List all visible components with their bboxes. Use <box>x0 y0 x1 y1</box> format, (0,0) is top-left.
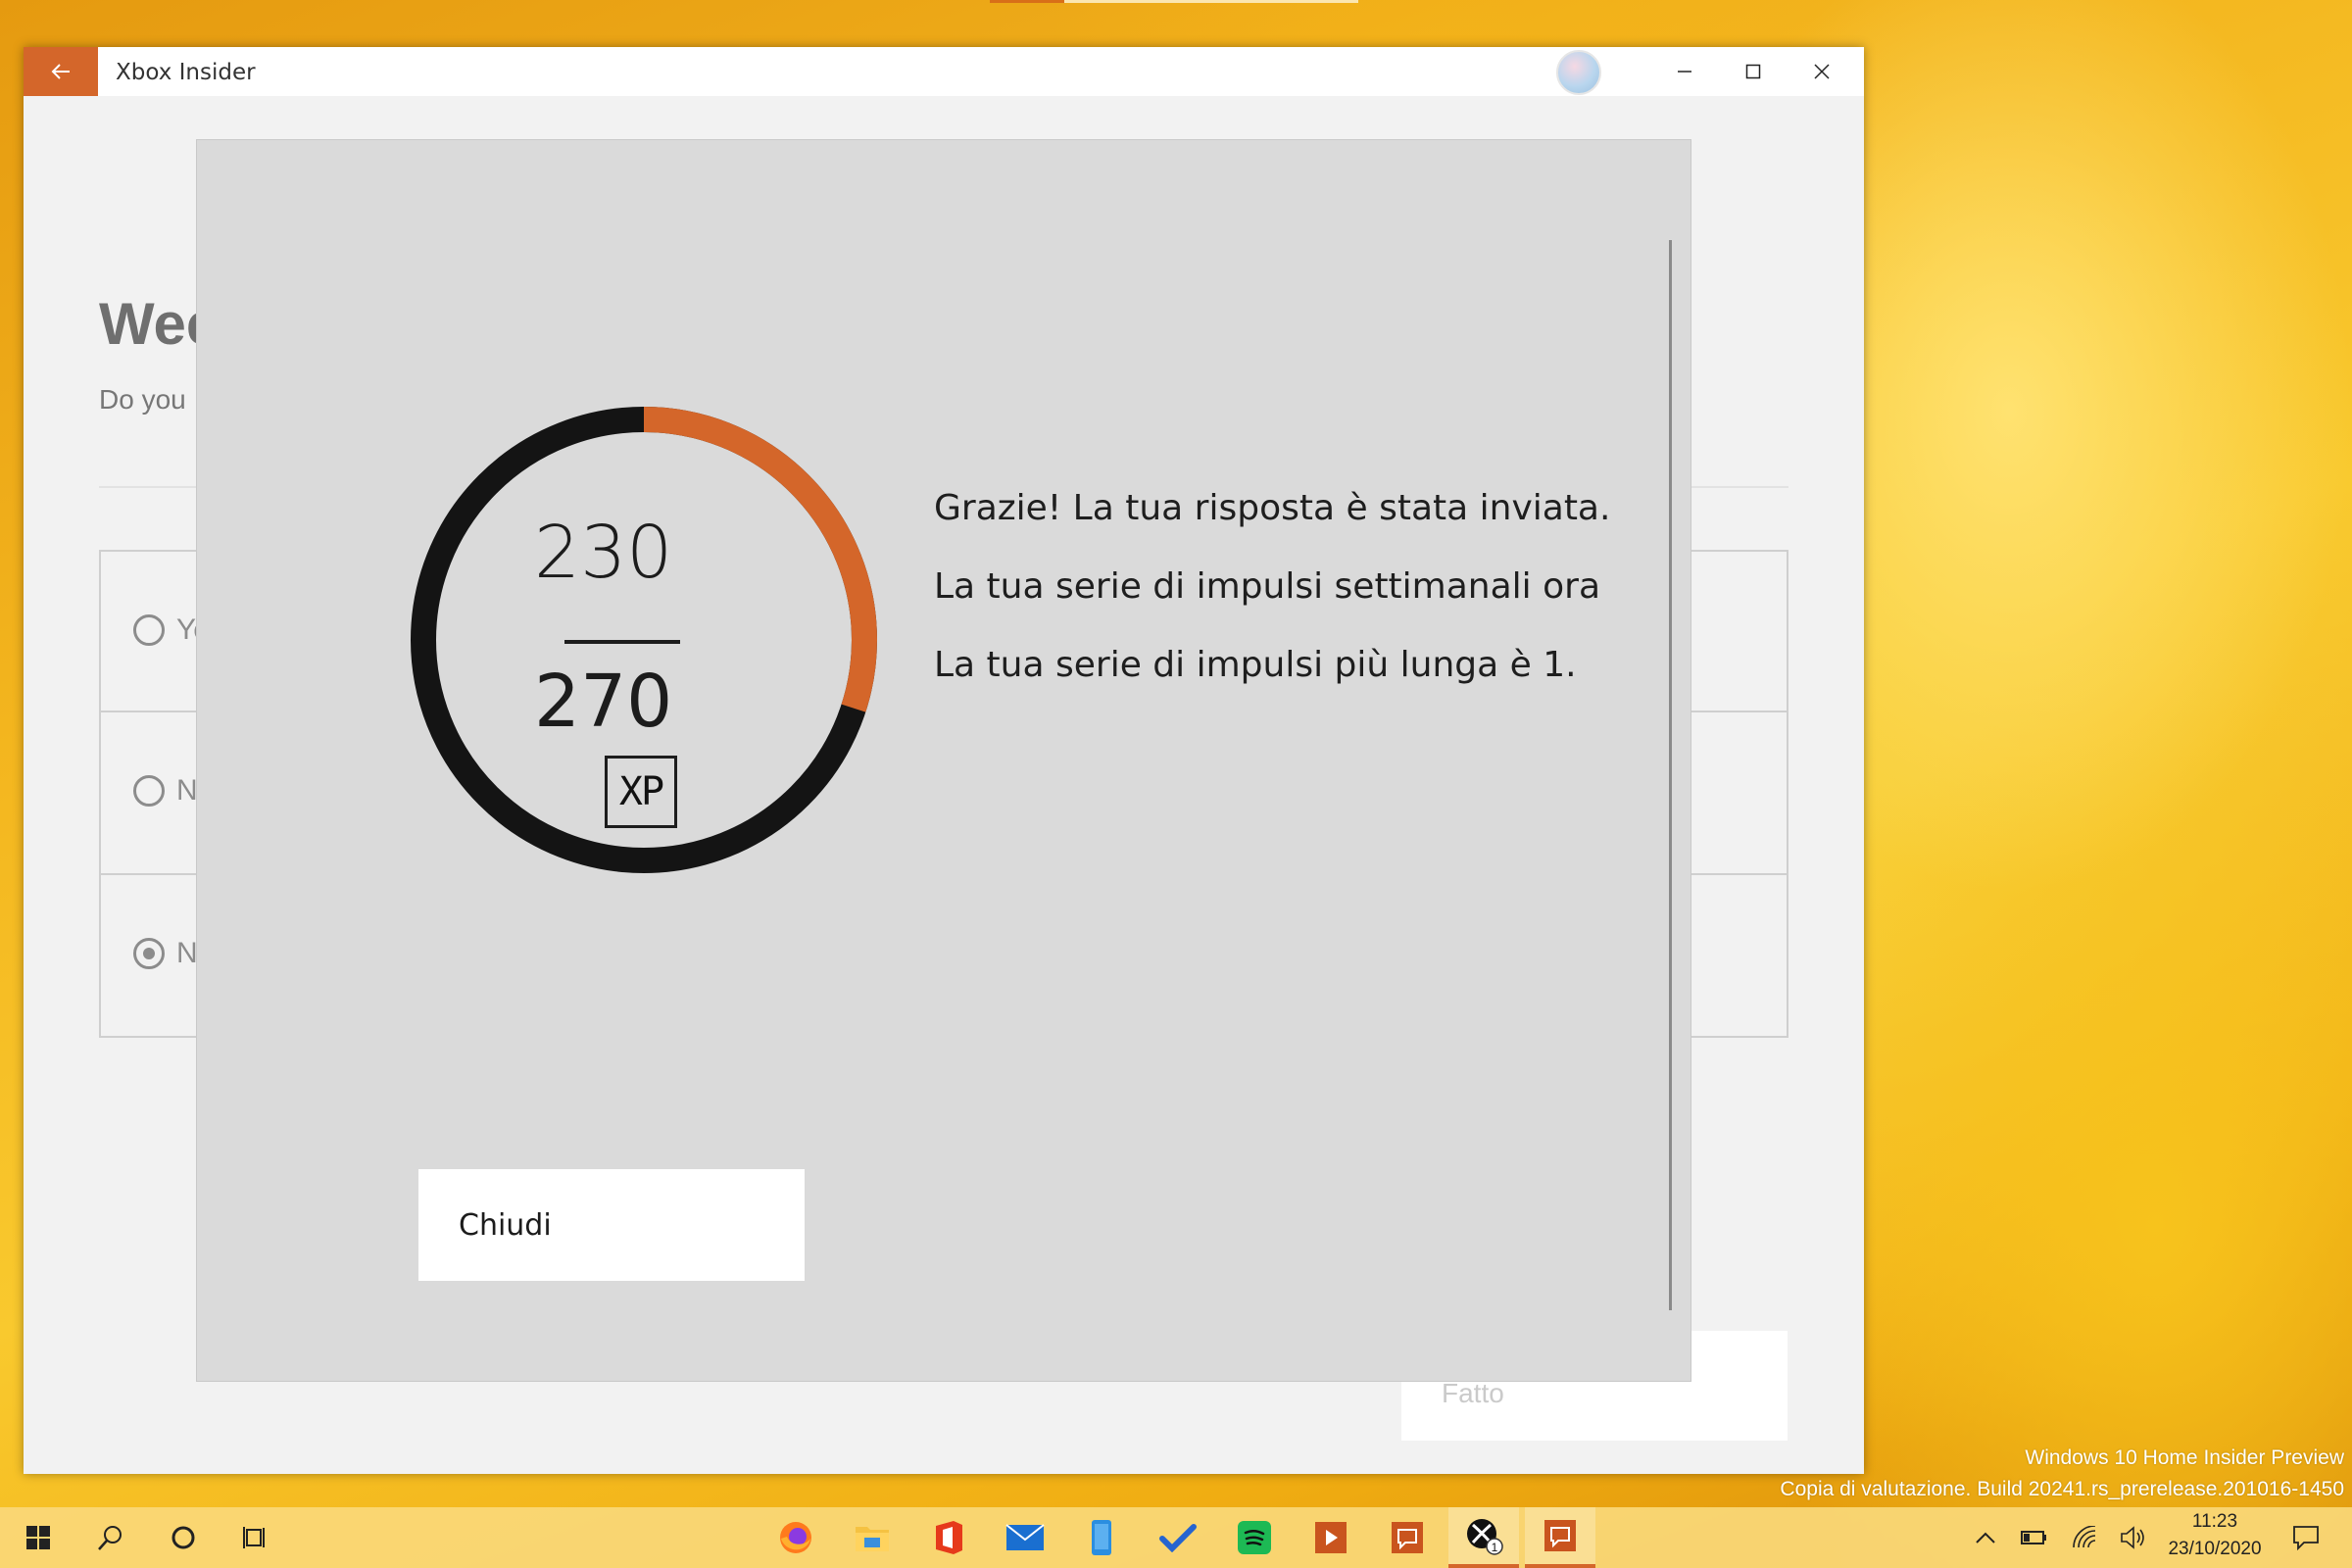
radio-dot <box>143 948 155 959</box>
firefox-icon <box>780 1522 811 1553</box>
volume-indicator[interactable] <box>2111 1507 2158 1568</box>
build-watermark: Windows 10 Home Insider Preview <box>2025 1446 2344 1469</box>
task-view-icon <box>243 1527 265 1548</box>
search-icon <box>98 1526 122 1550</box>
task-view-button[interactable] <box>225 1507 286 1568</box>
minimize-button[interactable] <box>1650 47 1719 96</box>
battery-indicator[interactable] <box>2011 1507 2058 1568</box>
taskbar-app-spotify[interactable] <box>1219 1507 1290 1568</box>
close-icon <box>1814 64 1830 79</box>
network-indicator[interactable] <box>2062 1507 2109 1568</box>
search-button[interactable] <box>80 1507 141 1568</box>
feedback-hub-icon <box>1544 1520 1576 1551</box>
show-hidden-icons-button[interactable] <box>1964 1507 2007 1568</box>
media-player-icon <box>1315 1522 1347 1553</box>
xp-total: 270 <box>534 660 673 744</box>
arrow-left-icon <box>51 64 70 79</box>
taskbar-app-xbox[interactable]: 1 <box>1448 1507 1519 1568</box>
maximize-icon <box>1745 64 1761 79</box>
option-label: N <box>176 937 198 969</box>
confirmation-message: Grazie! La tua risposta è stata inviata. <box>934 488 1611 528</box>
wifi-icon <box>2073 1526 2096 1548</box>
battery-icon <box>2021 1531 2046 1544</box>
xbox-insider-window: Xbox Insider Wee Do you Ye N N Fatto 230… <box>24 47 1864 1474</box>
cortana-button[interactable] <box>153 1507 214 1568</box>
spotify-icon <box>1238 1521 1271 1554</box>
radio-button[interactable] <box>133 775 165 807</box>
taskbar-app-office[interactable] <box>913 1507 984 1568</box>
todo-icon <box>1159 1524 1197 1552</box>
longest-streak-message: La tua serie di impulsi più lunga è 1. <box>934 645 1577 685</box>
file-explorer-icon <box>856 1527 889 1551</box>
taskbar-app-todo[interactable] <box>1143 1507 1213 1568</box>
xbox-notification-badge: 1 <box>1492 1541 1498 1554</box>
title-bar: Xbox Insider <box>24 47 1864 96</box>
xp-badge-icon: XP <box>605 756 677 828</box>
taskbar-app-phone[interactable] <box>1066 1507 1137 1568</box>
mail-icon <box>1005 1524 1045 1550</box>
close-window-button[interactable] <box>1788 47 1856 96</box>
clock-time[interactable]: 11:23 <box>2162 1511 2268 1533</box>
taskbar-app-media[interactable] <box>1296 1507 1366 1568</box>
taskbar-app-explorer[interactable] <box>837 1507 907 1568</box>
radio-button-selected[interactable] <box>133 938 165 969</box>
wallpaper-accent <box>1064 0 1358 3</box>
taskbar-app-feedback[interactable] <box>1372 1507 1443 1568</box>
taskbar-app-feedback-hub[interactable] <box>1525 1507 1595 1568</box>
cortana-icon <box>172 1526 195 1549</box>
scrollbar[interactable] <box>1669 240 1672 1310</box>
notification-icon <box>2293 1526 2319 1550</box>
speaker-icon <box>2121 1526 2144 1549</box>
window-title: Xbox Insider <box>116 60 256 85</box>
page-subtitle: Do you <box>99 384 186 415</box>
taskbar-app-mail[interactable] <box>990 1507 1060 1568</box>
xp-divider <box>564 640 680 644</box>
maximize-button[interactable] <box>1719 47 1788 96</box>
action-center-button[interactable] <box>2276 1507 2336 1568</box>
close-button[interactable]: Chiudi <box>418 1169 805 1281</box>
chevron-up-icon <box>1976 1532 1995 1544</box>
minimize-icon <box>1678 71 1691 73</box>
phone-icon <box>1092 1520 1111 1555</box>
radio-button[interactable] <box>133 614 165 646</box>
taskbar: 1 11:23 23/10/2020 <box>0 1507 2352 1568</box>
build-watermark: Copia di valutazione. Build 20241.rs_pre… <box>1780 1478 2344 1500</box>
xp-current: 230 <box>534 511 673 595</box>
wallpaper-accent <box>990 0 1064 3</box>
response-dialog: 230 270 XP Grazie! La tua risposta è sta… <box>196 139 1691 1382</box>
taskbar-app-firefox[interactable] <box>760 1507 831 1568</box>
weekly-streak-message: La tua serie di impulsi settimanali ora <box>934 566 1601 607</box>
back-button[interactable] <box>24 47 98 96</box>
start-icon <box>26 1526 50 1549</box>
office-icon <box>936 1521 962 1554</box>
avatar[interactable] <box>1556 50 1601 95</box>
start-button[interactable] <box>8 1507 69 1568</box>
xbox-icon: 1 <box>1467 1519 1503 1555</box>
feedback-icon <box>1392 1522 1423 1553</box>
clock-date[interactable]: 23/10/2020 <box>2162 1539 2268 1560</box>
option-label: N <box>176 774 198 807</box>
